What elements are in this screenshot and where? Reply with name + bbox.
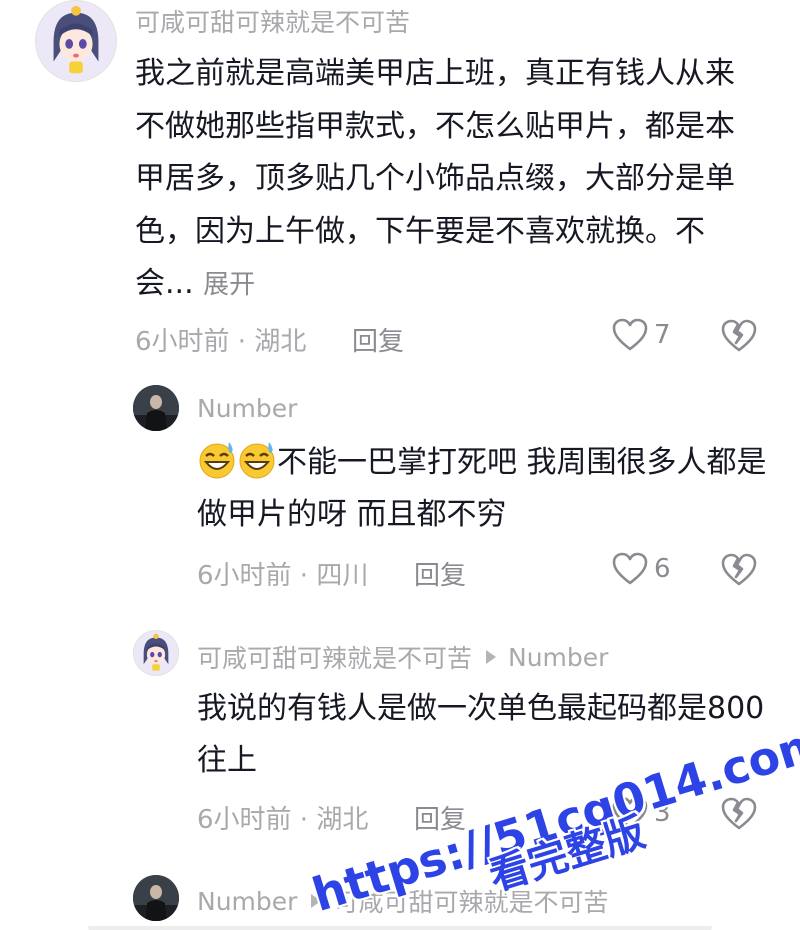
like-count: 7 — [654, 320, 671, 350]
broken-heart-icon — [721, 797, 757, 830]
reply-to-username[interactable]: Number — [508, 643, 608, 672]
reply-header: 可咸可甜可辣就是不可苦 Number — [197, 639, 608, 675]
user-avatar[interactable] — [133, 875, 179, 921]
heart-outline-icon — [612, 552, 648, 585]
reply-meta: 6小时前 · 湖北 — [197, 805, 369, 835]
reply-username[interactable]: Number — [197, 394, 297, 423]
comment-location: 湖北 — [254, 327, 307, 357]
reply-location: 湖北 — [316, 805, 369, 835]
comment-username[interactable]: 可咸可甜可辣就是不可苦 — [135, 3, 410, 39]
dislike-button[interactable] — [721, 553, 757, 591]
dislike-button[interactable] — [721, 797, 757, 835]
broken-heart-icon — [721, 319, 757, 352]
like-count: 6 — [654, 554, 671, 584]
reply-arrow-icon — [486, 650, 497, 664]
reply-text-content: 不能一巴掌打死吧 我周围很多人都是做甲片的呀 而且都不穷 — [197, 445, 767, 532]
user-avatar[interactable] — [133, 630, 179, 676]
avatar-girl-icon — [36, 1, 116, 81]
reply-username[interactable]: 可咸可甜可辣就是不可苦 — [197, 639, 472, 675]
avatar-girl-icon — [134, 631, 178, 675]
emoji-grin-sweat-icon — [239, 442, 275, 479]
reply-username[interactable]: Number — [197, 887, 297, 916]
like-button[interactable]: 6 — [612, 552, 671, 586]
comment-time: 6小时前 — [135, 327, 230, 357]
dislike-button[interactable] — [721, 319, 757, 357]
reply-time: 6小时前 — [197, 805, 292, 835]
broken-heart-icon — [721, 553, 757, 586]
reply-time: 6小时前 — [197, 561, 292, 591]
reply-button[interactable]: 回复 — [414, 555, 466, 592]
user-avatar[interactable] — [35, 0, 117, 82]
reply-button[interactable]: 回复 — [352, 321, 404, 358]
emoji-grin-sweat-icon — [199, 442, 235, 479]
heart-outline-icon — [612, 318, 648, 351]
reply-meta: 6小时前 · 四川 — [197, 561, 369, 591]
like-button[interactable]: 7 — [612, 318, 671, 352]
avatar-person-icon — [133, 875, 179, 921]
reply-text: 不能一巴掌打死吧 我周围很多人都是做甲片的呀 而且都不穷 — [197, 437, 772, 541]
user-avatar[interactable] — [133, 385, 179, 431]
avatar-person-icon — [133, 385, 179, 431]
reply-location: 四川 — [316, 561, 369, 591]
comment-meta: 6小时前 · 湖北 — [135, 327, 307, 357]
scroll-indicator — [88, 926, 712, 930]
comment-text-content: 我之前就是高端美甲店上班，真正有钱人从来不做她那些指甲款式，不怎么贴甲片，都是本… — [135, 56, 735, 301]
expand-link[interactable]: 展开 — [203, 270, 255, 300]
comment-text: 我之前就是高端美甲店上班，真正有钱人从来不做她那些指甲款式，不怎么贴甲片，都是本… — [135, 48, 745, 312]
